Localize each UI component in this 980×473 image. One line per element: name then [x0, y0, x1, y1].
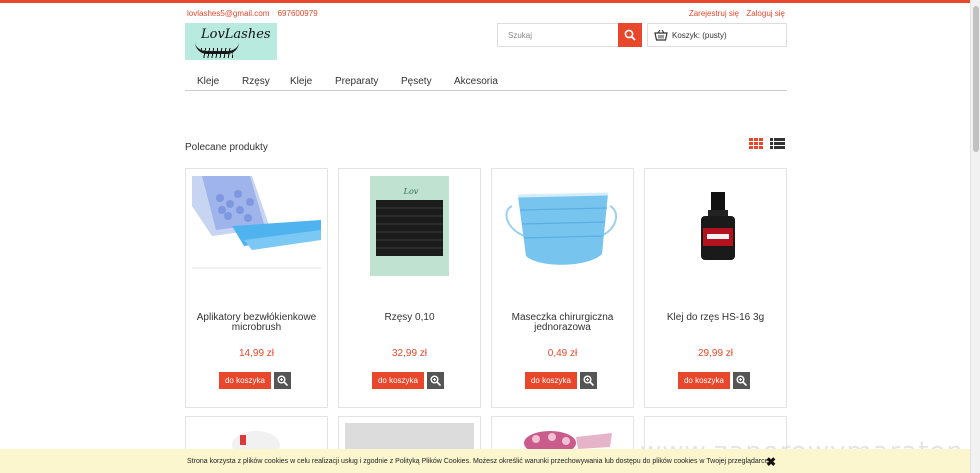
product-image[interactable]	[498, 176, 627, 276]
product-image[interactable]: Lov	[345, 176, 474, 276]
grid-view-icon[interactable]	[749, 138, 763, 149]
cart-summary[interactable]: Koszyk: (pusty)	[647, 23, 787, 47]
list-view-icon[interactable]	[770, 138, 785, 149]
section-title: Polecane produkty	[185, 142, 268, 153]
product-card[interactable]: Lov Rzęsy 0,10 32,99 zł do koszyka	[338, 168, 481, 408]
register-link[interactable]: Zarejestruj się	[689, 9, 739, 18]
product-card[interactable]: Maseczka chirurgiczna jednorazowa 0,49 z…	[491, 168, 634, 408]
product-price: 32,99 zł	[391, 348, 428, 359]
add-to-cart-button[interactable]: do koszyka	[372, 372, 424, 389]
quick-view-button[interactable]	[580, 372, 597, 389]
contact-email[interactable]: lovlashes5@gmail.com	[187, 9, 269, 18]
basket-icon	[654, 29, 668, 41]
cookie-banner: Strona korzysta z plików cookies w celu …	[0, 449, 970, 473]
product-image[interactable]	[192, 176, 321, 276]
product-name[interactable]: Rzęsy 0,10	[345, 313, 474, 323]
contact-info: lovlashes5@gmail.com 697600979	[187, 9, 324, 18]
site-logo[interactable]: LovLashes	[185, 23, 277, 60]
product-card[interactable]: Aplikatory bezwłókienkowe microbrush 14,…	[185, 168, 328, 408]
search-button[interactable]	[618, 23, 642, 47]
quick-view-button[interactable]	[733, 372, 750, 389]
contact-phone[interactable]: 697600979	[278, 9, 318, 18]
add-to-cart-button[interactable]: do koszyka	[525, 372, 577, 389]
search-icon	[624, 29, 636, 41]
nav-item-akcesoria[interactable]: Akcesoria	[454, 76, 498, 87]
add-to-cart-button[interactable]: do koszyka	[219, 372, 271, 389]
product-price: 29,99 zł	[697, 348, 734, 359]
page-scrollbar[interactable]	[970, 0, 980, 473]
nav-item-kleje[interactable]: Kleje	[197, 76, 219, 87]
product-name[interactable]: Aplikatory bezwłókienkowe microbrush	[192, 313, 321, 333]
product-image[interactable]	[492, 417, 633, 449]
product-name[interactable]: Maseczka chirurgiczna jednorazowa	[498, 313, 627, 333]
product-price: 14,99 zł	[238, 348, 275, 359]
product-image[interactable]	[186, 417, 327, 449]
nav-item-rzesy[interactable]: Rzęsy	[242, 76, 270, 87]
close-icon[interactable]: ✖	[766, 455, 776, 469]
product-price: 0,49 zł	[547, 348, 578, 359]
top-accent-line	[0, 0, 980, 3]
nav-item-kleje-2[interactable]: Kleje	[290, 76, 312, 87]
cookie-text: Strona korzysta z plików cookies w celu …	[187, 458, 771, 465]
scrollbar-thumb[interactable]	[973, 6, 979, 152]
zoom-icon	[583, 375, 594, 386]
cart-label: Koszyk: (pusty)	[672, 31, 727, 40]
zoom-icon	[430, 375, 441, 386]
logo-text: LovLashes	[201, 27, 271, 42]
quick-view-button[interactable]	[427, 372, 444, 389]
nav-item-preparaty[interactable]: Preparaty	[335, 76, 378, 87]
login-link[interactable]: Zaloguj się	[746, 9, 785, 18]
eyelash-logo-icon	[195, 42, 239, 58]
main-nav: Kleje Rzęsy Kleje Preparaty Pęsety Akces…	[185, 73, 787, 91]
product-image[interactable]	[651, 176, 780, 276]
zoom-icon	[736, 375, 747, 386]
account-links: Zarejestruj się Zaloguj się	[684, 9, 785, 18]
product-card[interactable]: Klej do rzęs HS-16 3g 29,99 zł do koszyk…	[644, 168, 787, 408]
product-image[interactable]	[339, 417, 480, 449]
nav-item-pesety[interactable]: Pęsety	[401, 76, 432, 87]
product-name[interactable]: Klej do rzęs HS-16 3g	[651, 313, 780, 323]
quick-view-button[interactable]	[274, 372, 291, 389]
add-to-cart-button[interactable]: do koszyka	[678, 372, 730, 389]
zoom-icon	[277, 375, 288, 386]
svg-text:Lov: Lov	[403, 187, 419, 196]
